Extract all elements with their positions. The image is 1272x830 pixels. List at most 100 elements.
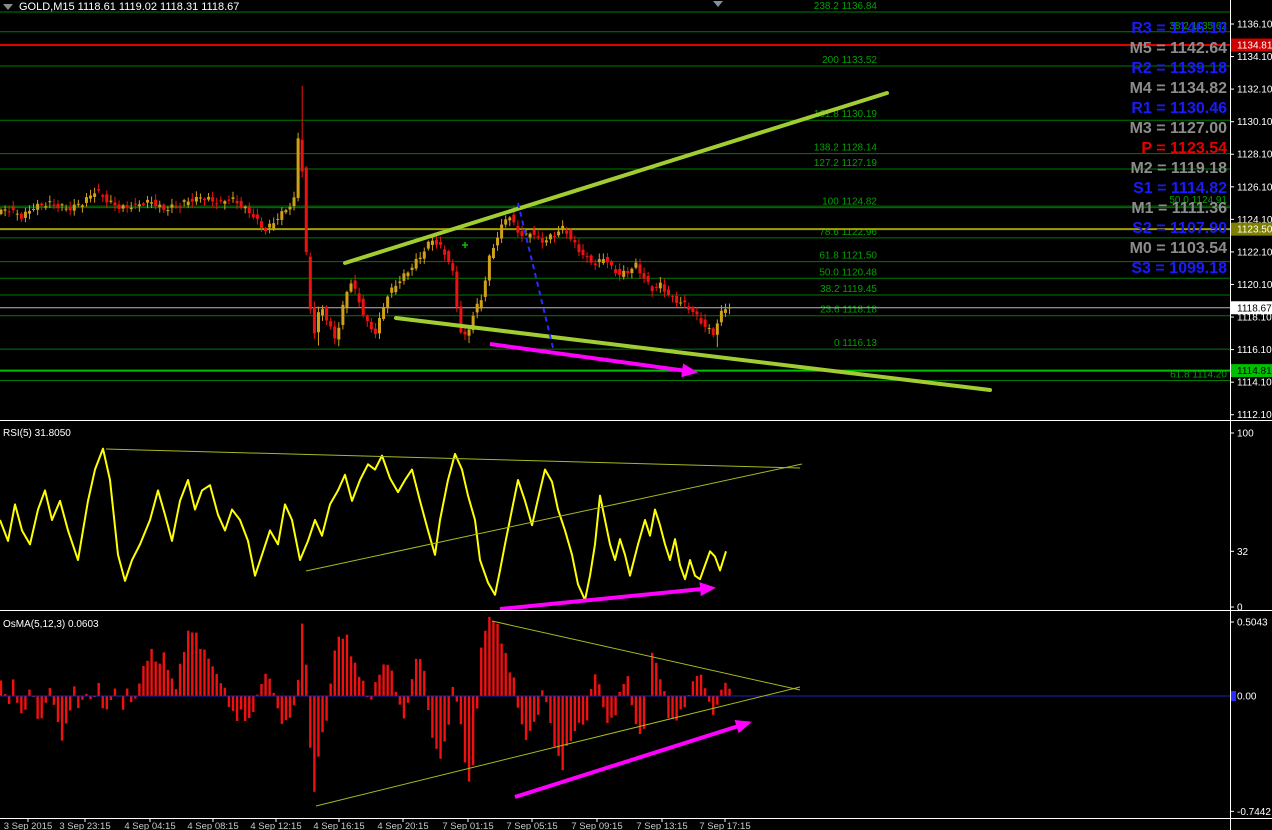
chart-title-bar: GOLD,M15 1118.61 1119.02 1118.31 1118.67 (3, 1, 239, 13)
candle-body (89, 195, 93, 199)
osma-bar (142, 665, 145, 696)
osma-bar (227, 696, 231, 708)
osma-bar (362, 680, 365, 696)
candle-body (504, 219, 508, 225)
candle-body (243, 206, 247, 209)
candle-body (125, 205, 129, 207)
candle-body (341, 304, 345, 325)
candle-body (76, 203, 80, 205)
candle-body (272, 223, 276, 229)
candle-body (15, 213, 19, 215)
candle-body (406, 272, 410, 277)
candle-body (174, 206, 178, 208)
price-highlight-label: 1134.81 (1237, 40, 1272, 51)
candle-body (723, 309, 727, 313)
candle-body (292, 197, 296, 207)
candle-body (223, 201, 227, 204)
price-axis-label: 1126.10 (1237, 182, 1272, 193)
osma-bar (451, 686, 454, 696)
candle-body (211, 197, 215, 202)
osma-bar (728, 688, 731, 696)
candle-body (146, 199, 150, 203)
osma-bar (463, 696, 467, 763)
candle-body (683, 300, 687, 303)
candle-body (178, 206, 182, 208)
candle-body (52, 204, 56, 206)
osma-bar (223, 687, 227, 696)
osma-bar (333, 650, 336, 696)
candle-body (235, 200, 239, 204)
candle-body (300, 139, 304, 172)
candle-body (154, 199, 158, 207)
candle-body (239, 200, 243, 208)
candle-body (711, 328, 715, 335)
fib-level-label: 38.2 1119.45 (820, 284, 877, 295)
osma-bar (195, 632, 198, 696)
fib-level-label: 61.8 1121.50 (819, 251, 877, 262)
osma-bar (101, 696, 104, 709)
candle-body (581, 249, 585, 256)
osma-bar (488, 616, 491, 696)
osma-bar (471, 696, 475, 766)
osma-bar (288, 696, 292, 718)
candle-body (316, 312, 320, 333)
candle-body (247, 206, 251, 214)
candle-body (618, 268, 622, 276)
candle-body (121, 205, 125, 209)
osma-bar (121, 696, 125, 710)
candle-body (557, 231, 561, 236)
rsi-axis-label: 0 (1237, 603, 1243, 614)
magenta-arrow-osma (514, 719, 752, 799)
candle-body (251, 214, 255, 218)
candle-body (48, 201, 52, 203)
osma-bar (618, 692, 621, 696)
osma-bar (712, 696, 715, 715)
osma-bar (386, 664, 389, 696)
candle-body (219, 200, 223, 202)
price-axis[interactable]: 1136.10 1134.10 1132.10 1130.10 1128.10 1126.… (1230, 19, 1272, 818)
candle-body (113, 202, 117, 206)
osma-bar (606, 696, 609, 723)
candle-body (361, 298, 365, 316)
osma-bar (561, 696, 564, 771)
osma-bar (532, 696, 536, 722)
osma-bar (504, 652, 507, 696)
candle-body (508, 217, 512, 221)
time-axis[interactable]: 3 Sep 2015 3 Sep 23:15 4 Sep 04:15 4 Sep 08… (4, 818, 751, 830)
osma-bar (427, 696, 430, 711)
chart-canvas[interactable]: 238.2 1136.84200 1133.52161.8 1130.19138… (0, 0, 1272, 830)
osma-bar (182, 651, 186, 696)
osma-bar (113, 688, 117, 696)
candle-body (447, 251, 451, 262)
osma-bar (500, 643, 503, 696)
osma-bar (691, 681, 695, 696)
candle-body (585, 256, 589, 258)
chart-drawings (343, 1, 992, 392)
osma-bar (679, 696, 682, 710)
candle-body (646, 275, 650, 282)
candle-body (398, 281, 402, 284)
candle-body (11, 206, 15, 211)
osma-bar (36, 696, 39, 719)
candle-body (491, 247, 495, 259)
candle-body (597, 259, 601, 263)
osma-bar (44, 696, 47, 703)
candle-body (373, 328, 377, 335)
osma-bar (569, 696, 572, 741)
osma-bar (321, 696, 324, 733)
candle-body (577, 244, 581, 253)
osma-indicator-label: OsMA(5,12,3) 0.0603 (3, 619, 99, 630)
time-axis-label: 7 Sep 01:15 (442, 821, 493, 830)
candle-body (215, 203, 219, 205)
price-highlight-label: 1123.50 (1237, 225, 1272, 236)
fib-level-label: 138.2 1128.14 (814, 143, 878, 154)
osma-bar (174, 689, 178, 696)
candle-body (610, 261, 613, 266)
candle-body (434, 239, 438, 245)
osma-bar (410, 679, 414, 696)
chart-dropdown-icon[interactable] (3, 4, 13, 10)
candle-body (540, 237, 544, 243)
candle-body (487, 255, 491, 281)
time-axis-label: 3 Sep 23:15 (59, 821, 110, 830)
osma-bar (280, 696, 284, 724)
